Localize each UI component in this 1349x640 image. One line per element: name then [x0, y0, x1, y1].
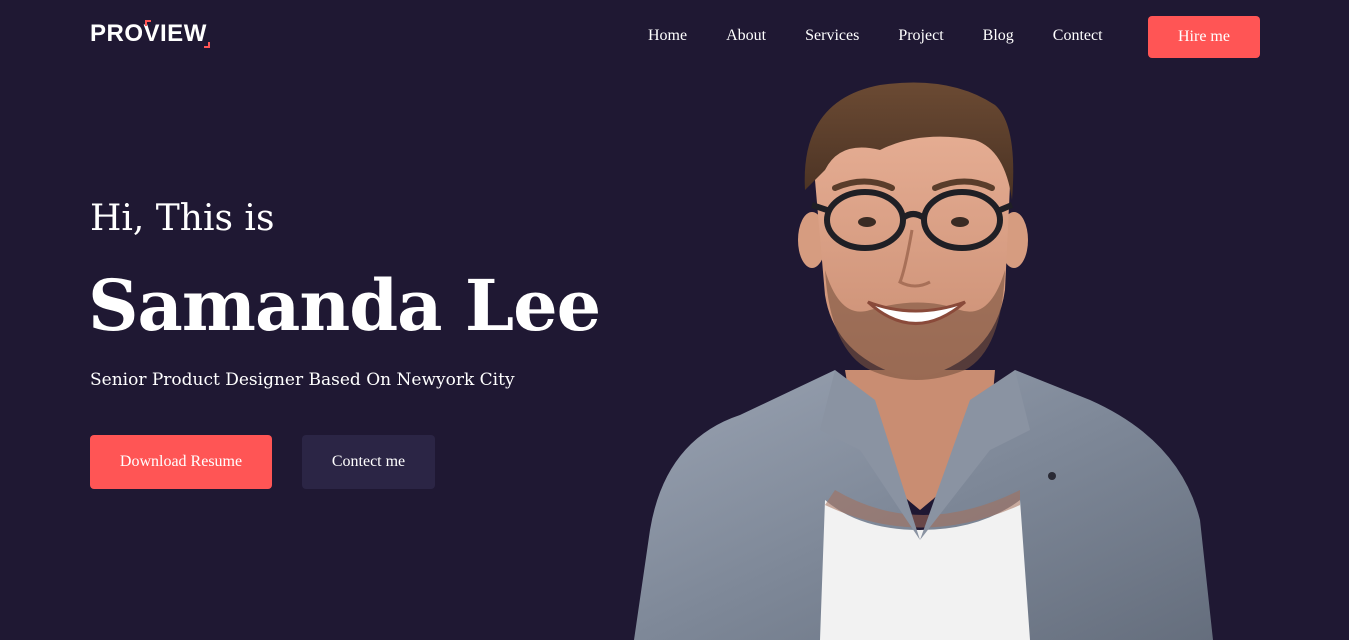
hero-page: PROVIEW Home About Services Project Blog…	[0, 0, 1349, 640]
nav-item-about[interactable]: About	[726, 26, 766, 46]
site-logo[interactable]: PROVIEW	[90, 20, 210, 48]
nav-item-contect[interactable]: Contect	[1053, 26, 1103, 46]
nav-item-blog[interactable]: Blog	[983, 26, 1014, 46]
main-nav: Home About Services Project Blog Contect	[648, 26, 1103, 46]
download-resume-button[interactable]: Download Resume	[90, 435, 272, 489]
hero-greeting: Hi, This is	[90, 198, 275, 239]
nav-item-home[interactable]: Home	[648, 26, 687, 46]
hero-tagline: Senior Product Designer Based On Newyork…	[90, 370, 515, 390]
contact-me-button[interactable]: Contect me	[302, 435, 435, 489]
nav-item-services[interactable]: Services	[805, 26, 859, 46]
hire-me-button[interactable]: Hire me	[1148, 16, 1260, 58]
logo-bracket-accent	[145, 20, 151, 26]
logo-bracket-accent	[203, 42, 210, 48]
hero-name: Samanda Lee	[88, 264, 601, 347]
portrait-image	[634, 82, 1213, 640]
nav-item-project[interactable]: Project	[898, 26, 943, 46]
